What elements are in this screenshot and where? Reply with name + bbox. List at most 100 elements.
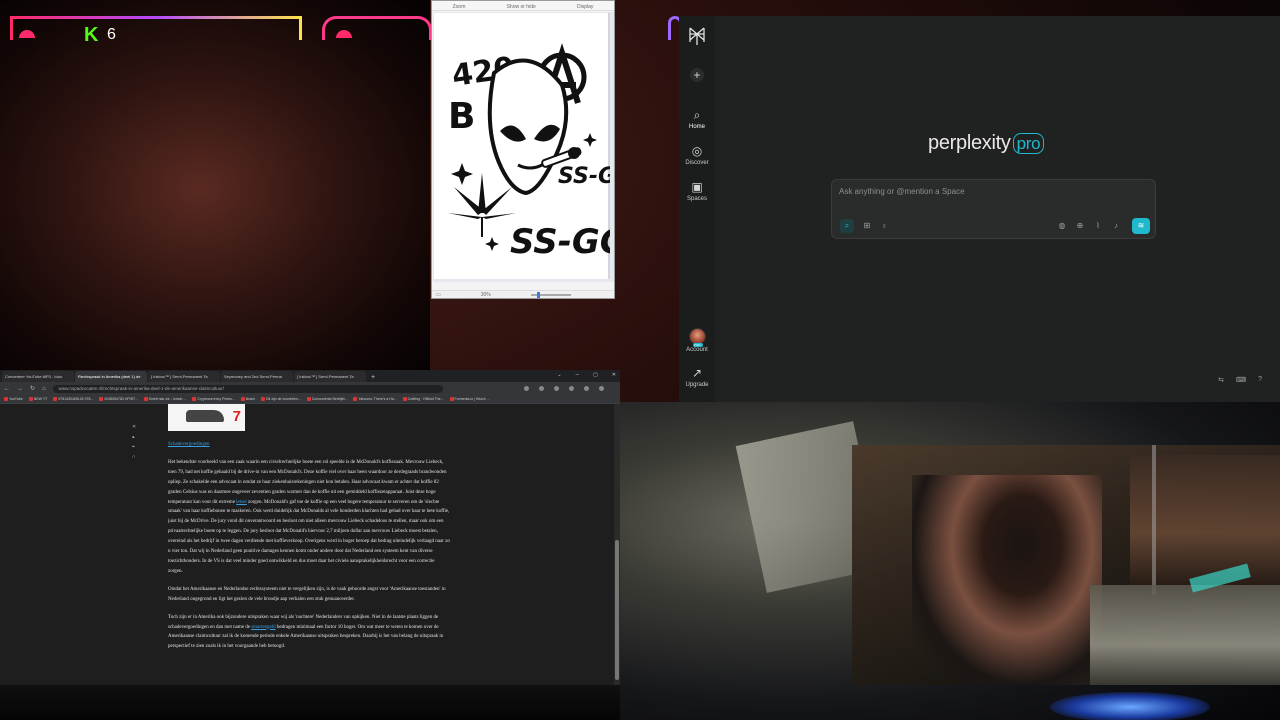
browser-tab[interactable]: [ Inkbox™ ] Semi-Permanent Ta (148, 371, 220, 382)
letsel-link[interactable]: letsel (236, 500, 247, 505)
blue-light (1050, 692, 1210, 720)
extension-icon[interactable] (538, 386, 544, 391)
ribbon-zoom-group[interactable]: Zoom (453, 4, 466, 10)
paint-status-bar: ▭ 30% (432, 290, 614, 298)
coffee-cup-shape (186, 410, 224, 422)
browser-tab[interactable]: Converteer YouTube MP3 - Idoo (2, 371, 74, 382)
article-body: Schadevergoedingen Het bekendste voorbee… (168, 440, 450, 660)
smartengeld-link[interactable]: smartengeld (251, 625, 275, 630)
maximize-icon[interactable]: ▢ (593, 372, 598, 378)
extension-icon[interactable] (568, 386, 574, 391)
help-icon[interactable]: ? (1258, 376, 1262, 384)
minimize-icon[interactable]: ─ (576, 372, 580, 378)
keyboard-icon[interactable]: ⌨ (1236, 376, 1246, 384)
headphones-icon[interactable]: ∩ (132, 452, 136, 462)
paint-canvas-area[interactable]: 420 B SS-G SS-GG (433, 12, 628, 282)
bookmark-item[interactable]: 9781430465126 978... (53, 397, 93, 401)
home-icon[interactable]: ⌂ (42, 386, 46, 392)
canvas-size-icon: ▭ (436, 291, 441, 298)
ribbon-show-group[interactable]: Show or hide (507, 4, 536, 10)
perplexity-app: + ⌕ Home ◎ Discover ▣ Spaces PRO Account… (679, 16, 1280, 402)
person-silhouette (912, 475, 1102, 685)
webcam-feed (852, 445, 1280, 685)
close-icon[interactable]: ✕ (132, 422, 136, 432)
home-icon: ⌕ (693, 108, 701, 122)
location-icon[interactable]: ⌖ (132, 442, 136, 452)
close-icon[interactable]: ✕ (612, 372, 616, 378)
sidebar-item-spaces[interactable]: ▣ Spaces (679, 180, 715, 202)
language-icon[interactable]: ⇆ (1218, 376, 1224, 384)
search-focus-icon[interactable]: ⌕ (840, 219, 854, 233)
ribbon-display-group[interactable]: Display (577, 4, 593, 10)
bookmark-item[interactable]: Yahoons: There's a Ha... (353, 397, 396, 401)
rgb-light-bar (10, 16, 302, 40)
zoom-slider[interactable] (530, 291, 571, 298)
paint-canvas[interactable]: 420 B SS-G SS-GG (434, 13, 628, 279)
article-heading[interactable]: Schadevergoedingen (168, 440, 450, 450)
article-image: 7 (168, 404, 245, 431)
article-paragraph: Het bekendste voorbeeld van een zaak waa… (168, 459, 450, 574)
forward-icon[interactable]: → (17, 386, 23, 392)
paint-window[interactable]: Zoom Show or hide Display 420 B SS-G SS-… (431, 0, 628, 299)
discover-icon: ◎ (691, 144, 703, 158)
bookmark-item[interactable]: Smeit nak zie - fortuin ... (144, 397, 187, 401)
viewer-count: 6 (107, 26, 116, 43)
perplexity-logo-icon[interactable] (688, 26, 706, 46)
bottom-background (0, 685, 620, 720)
globe-icon[interactable]: ⊕ (1073, 219, 1087, 233)
brand-pro-badge: pro (1012, 133, 1045, 154)
desktop-scene: K 6 Zoom Show or hide Display 420 B SS-G… (0, 0, 1280, 720)
arrow-up-right-icon: ↗ (691, 366, 703, 380)
leaf-drawing (448, 173, 516, 237)
new-thread-button[interactable]: + (679, 68, 715, 84)
bookmarks-bar: YouTube NEW YT 9781430465126 978... 0038… (0, 395, 620, 404)
art-text-ssgg: SS-GG (510, 222, 610, 262)
zoom-level: 30% (480, 291, 491, 298)
bulb-icon[interactable]: ♁ (877, 219, 891, 233)
browser-tab[interactable]: [ Inkbox™ ] Semi-Permanent Ta (294, 371, 366, 382)
bookmark-item[interactable]: NEW YT (29, 397, 48, 401)
extension-icon[interactable] (553, 386, 559, 391)
bookmark-item[interactable]: Crafting · Official The... (403, 397, 444, 401)
globe-icon[interactable]: ◍ (1055, 219, 1069, 233)
bookmark-item[interactable]: 0038084783 HP/BT... (99, 397, 137, 401)
bookmark-item[interactable]: Formenta.io | Kitoch ... (450, 397, 490, 401)
mic-icon[interactable]: ♪ (1109, 219, 1123, 233)
art-text-b: B (448, 96, 475, 137)
web-page[interactable]: 7 ✕ ▴ ⌖ ∩ Schadevergoedingen Het bekends… (0, 404, 620, 685)
back-icon[interactable]: ← (4, 386, 10, 392)
voice-mode-icon[interactable]: ≋ (1132, 218, 1150, 234)
bookmark-item[interactable]: YouTube (4, 397, 23, 401)
extensions-area (523, 386, 604, 391)
kick-logo-icon: K (84, 24, 99, 46)
sidebar-item-discover[interactable]: ◎ Discover (679, 144, 715, 166)
grid-icon[interactable]: ⊞ (860, 219, 874, 233)
spaces-icon: ▣ (691, 180, 703, 194)
bookmark-item[interactable]: Consumente Bedrijfd... (307, 397, 348, 401)
bookmark-item[interactable]: Dit zijn de voordelen... (261, 397, 301, 401)
attach-icon[interactable]: ⌇ (1091, 219, 1105, 233)
webcam-closeup-background (0, 0, 430, 370)
art-text-ssg: SS-G (558, 164, 610, 189)
brand-name: perplexity (928, 132, 1011, 154)
article-paragraph: Toch zijn er in Amerika ook bijzondere u… (168, 614, 444, 650)
reload-icon[interactable]: ↻ (30, 385, 35, 392)
ask-input[interactable]: Ask anything or @mention a Space ⌕ ⊞ ♁ ◍… (831, 179, 1156, 239)
sidebar-item-home[interactable]: ⌕ Home (679, 108, 715, 130)
address-bar[interactable]: www.nspadvocaten.nl/rechtspraak-in-ameri… (52, 384, 443, 393)
browser-tab[interactable]: Seymoney and 2nd Semi-Perma (221, 371, 293, 382)
extension-icon[interactable] (583, 386, 589, 391)
paint-ribbon: Zoom Show or hide Display (432, 1, 614, 11)
new-tab-button[interactable]: + (367, 374, 379, 382)
sidebar-item-account[interactable]: PRO Account (679, 328, 715, 353)
tab-search-icon[interactable]: ⌄ (557, 372, 561, 378)
bookmark-item[interactable]: kbach (241, 397, 255, 401)
extension-icon[interactable] (523, 386, 529, 391)
scrollbar-thumb[interactable] (615, 540, 619, 680)
browser-tab-active[interactable]: Rechtspraak in Amerika (deel 1) de (75, 371, 147, 382)
bookmark-item[interactable]: Cryptocurrency Prices... (192, 397, 234, 401)
menu-icon[interactable] (598, 386, 604, 391)
sidebar-item-upgrade[interactable]: ↗ Upgrade (679, 366, 715, 388)
window-controls: ⌄ ─ ▢ ✕ (557, 372, 616, 378)
share-icon[interactable]: ▴ (132, 432, 136, 442)
